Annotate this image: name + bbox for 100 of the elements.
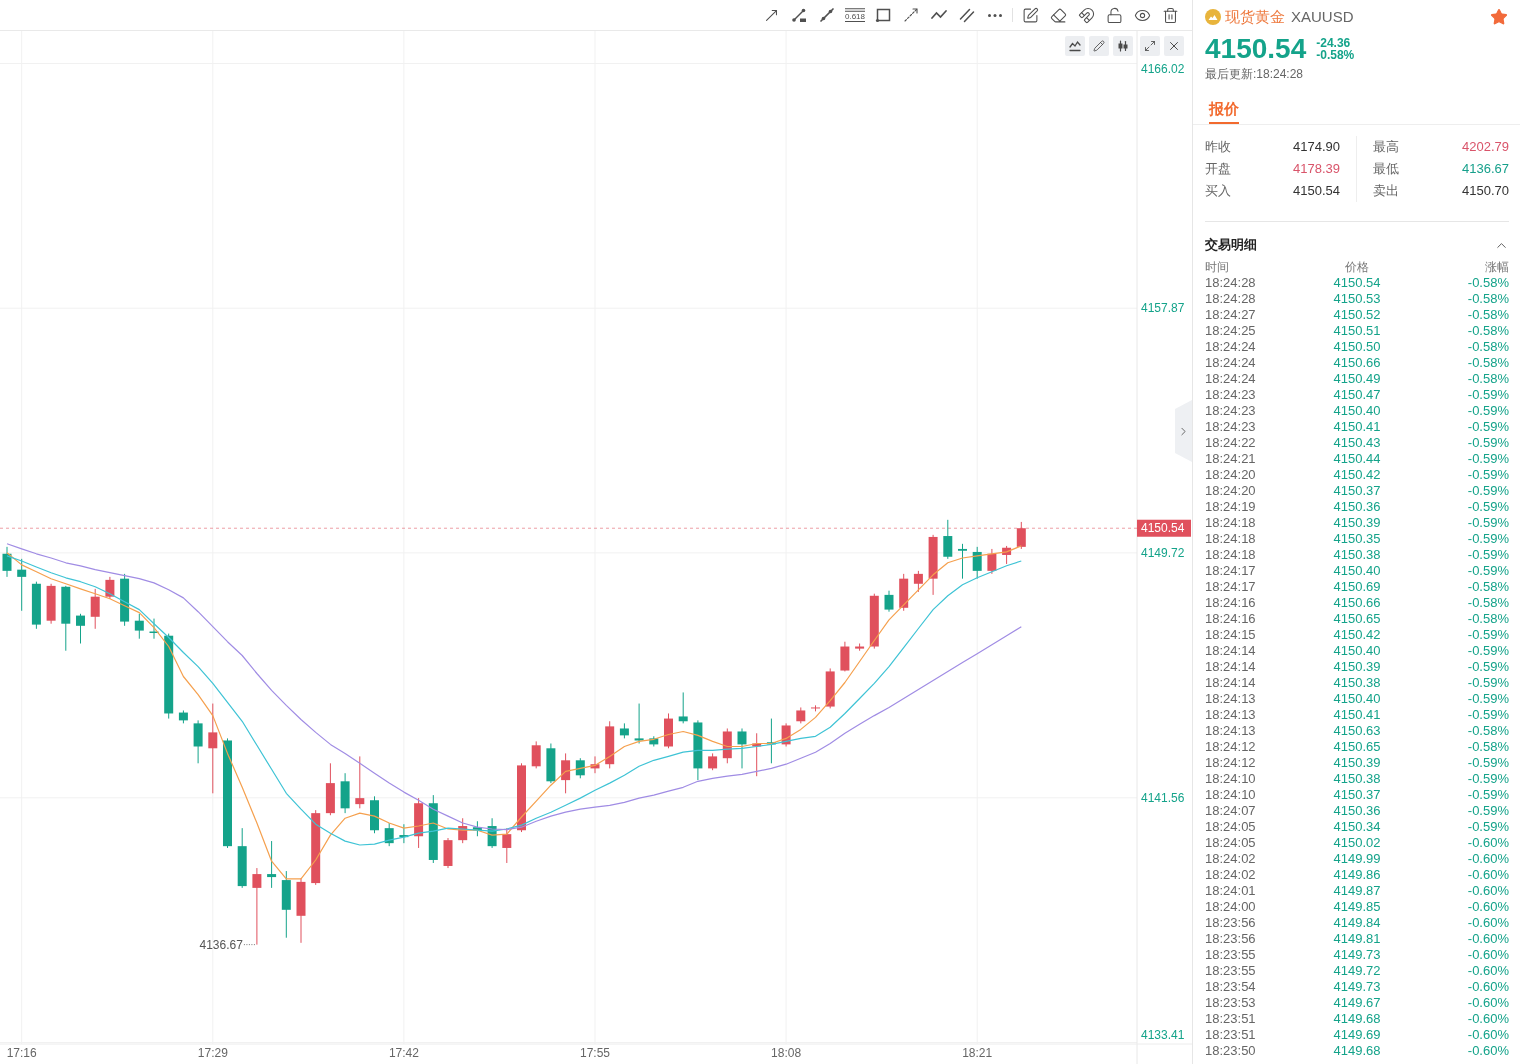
trade-time: 18:24:14: [1205, 661, 1257, 673]
trade-price: 4150.66: [1333, 357, 1381, 369]
candlestick: [561, 752, 571, 794]
trade-change: -0.58%: [1466, 581, 1509, 593]
fibonacci-tool-button[interactable]: 0.618: [844, 4, 866, 26]
candlestick: [384, 822, 394, 847]
trade-price: 4150.37: [1333, 789, 1381, 801]
candlestick: [575, 757, 585, 779]
trade-change: -0.59%: [1466, 709, 1509, 721]
candlestick: [178, 709, 188, 724]
stat-label: 买入: [1205, 183, 1231, 199]
expand-icon: [1144, 40, 1156, 52]
trade-change: -0.58%: [1466, 725, 1509, 737]
candlestick: [46, 583, 56, 625]
trade-time: 18:24:20: [1205, 469, 1257, 481]
trade-change: -0.59%: [1466, 389, 1509, 401]
trade-time: 18:24:28: [1205, 277, 1257, 289]
magnet-icon: [1077, 6, 1095, 24]
candlestick: [237, 827, 247, 889]
trade-change: -0.60%: [1466, 869, 1509, 881]
wave-line-icon: [1069, 40, 1081, 52]
trade-change: -0.59%: [1466, 533, 1509, 545]
candlestick: [546, 743, 556, 784]
candlestick: [1002, 545, 1012, 565]
section-title: 交易明细: [1205, 237, 1257, 253]
candlestick: [443, 837, 453, 869]
price-axis-label: 4149.72: [1141, 545, 1185, 560]
candlestick: [649, 735, 659, 747]
trade-change: -0.60%: [1466, 997, 1509, 1009]
trade-price: 4149.67: [1333, 997, 1381, 1009]
candlestick: [634, 703, 644, 744]
trade-price: 4150.39: [1333, 757, 1381, 769]
trade-change: -0.58%: [1466, 597, 1509, 609]
trade-change: -0.60%: [1466, 1045, 1509, 1057]
candlestick: [752, 732, 762, 777]
trade-price: 4149.99: [1333, 853, 1381, 865]
stat-label: 昨收: [1205, 139, 1231, 155]
price-value: 4150.54: [1205, 34, 1307, 64]
candlestick: [958, 543, 967, 580]
line-with-handles-icon: [791, 7, 807, 23]
price-axis-label: 4133.41: [1141, 1028, 1185, 1042]
trade-price: 4150.36: [1333, 805, 1381, 817]
trade-time: 18:24:16: [1205, 597, 1257, 609]
time-axis-label: 17:42: [388, 1046, 419, 1060]
trade-change: -0.60%: [1466, 837, 1509, 849]
candlestick: [899, 573, 909, 612]
trade-change: -0.59%: [1466, 757, 1509, 769]
candlestick: [943, 519, 953, 560]
trade-change: -0.59%: [1466, 805, 1509, 817]
trade-change: -0.58%: [1466, 325, 1509, 337]
candlestick: [913, 570, 923, 593]
change-percent: -0.58%: [1316, 49, 1355, 61]
candlestick: [399, 823, 409, 844]
fullscreen-button[interactable]: [1140, 36, 1160, 56]
trade-time: 18:24:01: [1205, 885, 1257, 897]
more-icon: [988, 13, 1002, 17]
trade-price: 4149.73: [1333, 949, 1381, 961]
stat-label: 最低: [1373, 161, 1399, 177]
candlestick: [428, 794, 438, 864]
draw-button[interactable]: [1089, 36, 1109, 56]
candlestick: [17, 558, 27, 612]
trade-time: 18:24:07: [1205, 805, 1257, 817]
trade-time: 18:24:14: [1205, 645, 1257, 657]
trade-time: 18:24:13: [1205, 725, 1257, 737]
trade-time: 18:24:13: [1205, 709, 1257, 721]
trade-price: 4150.40: [1333, 693, 1381, 705]
trade-time: 18:23:51: [1205, 1029, 1257, 1041]
trade-price: 4149.86: [1333, 869, 1381, 881]
candlestick: [281, 870, 291, 939]
favorite-button[interactable]: [1490, 8, 1508, 26]
candlestick: [737, 728, 747, 769]
trade-change: -0.59%: [1466, 693, 1509, 705]
edit-icon: [1021, 6, 1039, 24]
trade-price: 4149.72: [1333, 965, 1381, 977]
trade-time: 18:24:12: [1205, 741, 1257, 753]
candlestick: [105, 576, 115, 600]
trade-time: 18:23:54: [1205, 981, 1257, 993]
trade-time: 18:23:51: [1205, 1013, 1257, 1025]
trade-change: -0.59%: [1466, 629, 1509, 641]
trade-time: 18:24:10: [1205, 773, 1257, 785]
trade-change: -0.59%: [1466, 821, 1509, 833]
trade-time: 18:24:12: [1205, 757, 1257, 769]
chart-type-button[interactable]: [1113, 36, 1133, 56]
time-axis-label: 17:16: [6, 1046, 37, 1060]
trade-price: 4150.53: [1333, 293, 1381, 305]
candlestick: [884, 590, 894, 613]
close-button[interactable]: [1164, 36, 1184, 56]
trade-change: -0.58%: [1466, 277, 1509, 289]
trade-price: 4150.40: [1333, 645, 1381, 657]
trade-price: 4150.41: [1333, 709, 1381, 721]
column-header: 涨幅: [1484, 260, 1509, 274]
candlestick: [605, 720, 615, 769]
trade-price: 4149.68: [1333, 1045, 1381, 1057]
trade-change: -0.59%: [1466, 469, 1509, 481]
candlestick: [531, 740, 541, 769]
trade-time: 18:24:00: [1205, 901, 1257, 913]
trade-price: 4150.34: [1333, 821, 1381, 833]
trade-change: -0.59%: [1466, 549, 1509, 561]
last-price-badge: 4150.54: [1137, 519, 1191, 537]
indicator-button[interactable]: [1065, 36, 1085, 56]
